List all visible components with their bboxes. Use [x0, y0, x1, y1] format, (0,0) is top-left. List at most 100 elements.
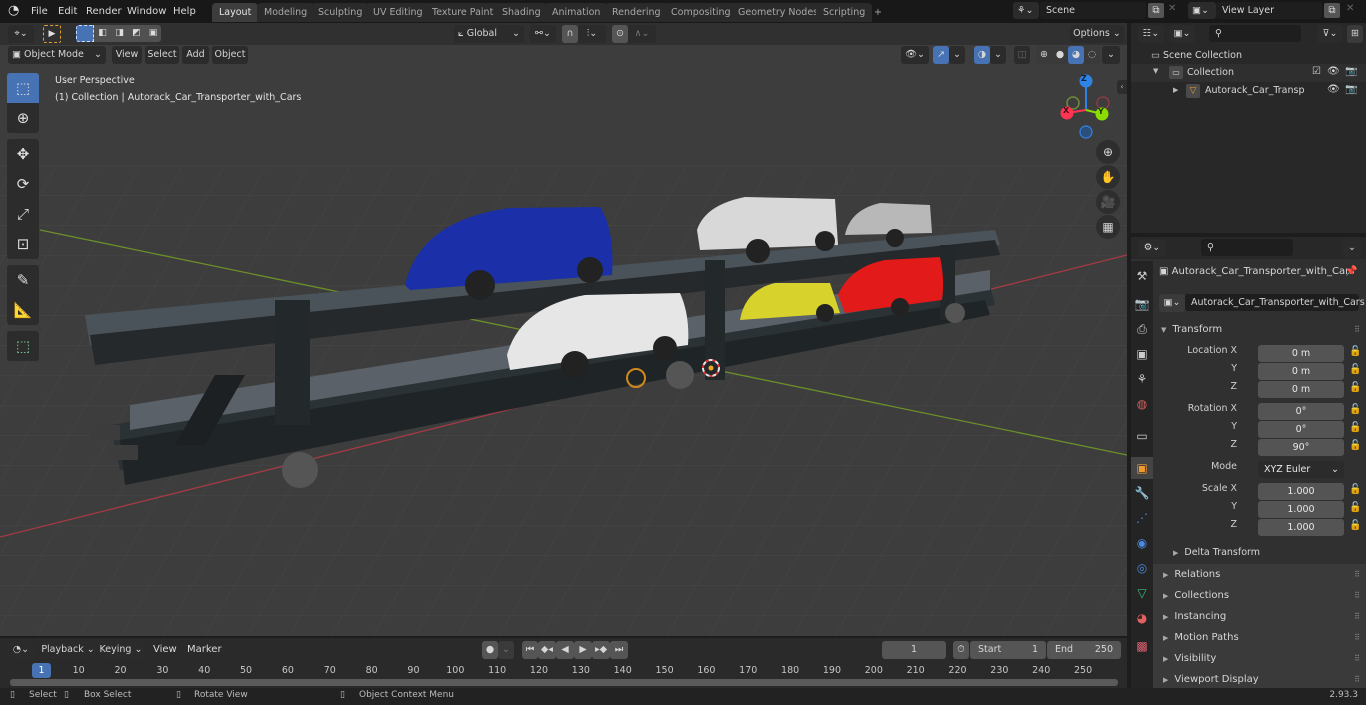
- timeline-scrollbar[interactable]: [10, 679, 1118, 686]
- tab-render-icon[interactable]: 📷: [1131, 293, 1153, 315]
- drag-grip-icon[interactable]: ⠿: [1354, 564, 1360, 585]
- frame-start-field[interactable]: Start 1: [970, 641, 1046, 659]
- outliner-item-collection[interactable]: ▼ ▭ Collection ☑ 👁 📷: [1131, 64, 1366, 82]
- shading-options-icon[interactable]: ⌄: [1102, 46, 1120, 64]
- menu-object[interactable]: Object: [212, 46, 248, 64]
- menu-help[interactable]: Help: [168, 3, 201, 20]
- lock-icon[interactable]: 🔓: [1349, 382, 1361, 393]
- jump-to-end-icon[interactable]: ⏭: [610, 641, 628, 659]
- timeline-editor-type-icon[interactable]: ◔⌄: [8, 641, 34, 659]
- drag-grip-icon[interactable]: ⠿: [1354, 627, 1360, 648]
- object-type-icon[interactable]: ▣⌄: [1159, 294, 1185, 312]
- view-layer-field[interactable]: View Layer: [1216, 2, 1322, 19]
- menu-render[interactable]: Render: [81, 3, 127, 20]
- select-new-icon[interactable]: [76, 25, 94, 42]
- overlays-toggle-icon[interactable]: ◑: [974, 46, 990, 64]
- select-extend-icon[interactable]: ◧: [94, 25, 111, 42]
- hide-eye-icon[interactable]: 👁: [1327, 84, 1340, 95]
- solid-shading-icon[interactable]: ●: [1052, 46, 1068, 64]
- play-reverse-icon[interactable]: ◀: [556, 641, 574, 659]
- drag-grip-icon[interactable]: ⠿: [1354, 585, 1360, 606]
- options-dropdown[interactable]: Options ⌄: [1070, 25, 1124, 43]
- gizmo-options-icon[interactable]: ⌄: [949, 46, 965, 64]
- material-preview-shading-icon[interactable]: ◕: [1068, 46, 1084, 64]
- rotation-z-field[interactable]: 90°: [1258, 439, 1344, 456]
- scale-y-field[interactable]: 1.000: [1258, 501, 1344, 518]
- view-layer-selector-icon[interactable]: ▣⌄: [1188, 2, 1216, 19]
- panel-relations[interactable]: ▶ Relations ⠿: [1153, 564, 1366, 585]
- disable-render-camera-icon[interactable]: 📷: [1345, 84, 1357, 95]
- select-invert-icon[interactable]: ◩: [128, 25, 145, 42]
- select-subtract-icon[interactable]: ◨: [111, 25, 128, 42]
- add-cube-tool-icon[interactable]: ⬚: [7, 331, 39, 361]
- menu-window[interactable]: Window: [122, 3, 171, 20]
- 3d-viewport[interactable]: User Perspective (1) Collection | Autora…: [0, 45, 1127, 636]
- select-box-tool-icon[interactable]: ⬚: [7, 73, 39, 103]
- pan-view-hand-icon[interactable]: ✋: [1096, 165, 1120, 189]
- tab-scripting[interactable]: Scripting: [816, 3, 873, 22]
- properties-editor-type-icon[interactable]: ⚙⌄: [1139, 239, 1165, 257]
- location-x-field[interactable]: 0 m: [1258, 345, 1344, 362]
- wireframe-shading-icon[interactable]: ⊕: [1036, 46, 1052, 64]
- rendered-shading-icon[interactable]: ◌: [1084, 46, 1100, 64]
- transform-orientation-dropdown[interactable]: ⟀ Global ⌄: [454, 25, 524, 43]
- new-scene-icon[interactable]: ⧉: [1148, 3, 1164, 18]
- new-collection-icon[interactable]: ⊞: [1347, 25, 1363, 43]
- new-view-layer-icon[interactable]: ⧉: [1324, 3, 1340, 18]
- scene-selector-icon[interactable]: ⚘⌄: [1013, 2, 1039, 19]
- outliner-filter-icon[interactable]: ⊽⌄: [1317, 25, 1343, 43]
- pin-icon[interactable]: 📌: [1345, 266, 1357, 277]
- panel-visibility[interactable]: ▶ Visibility ⠿: [1153, 648, 1366, 669]
- sidebar-toggle-icon[interactable]: ‹: [1117, 80, 1127, 94]
- menu-edit[interactable]: Edit: [53, 3, 82, 20]
- expand-triangle-icon[interactable]: ▼: [1153, 67, 1158, 75]
- timeline-view-menu[interactable]: View: [148, 641, 182, 658]
- delete-scene-icon[interactable]: ✕: [1168, 3, 1176, 14]
- outliner-item-scene-collection[interactable]: ▭ Scene Collection: [1151, 50, 1242, 61]
- rotate-tool-icon[interactable]: ⟳: [7, 169, 39, 199]
- tab-sculpting[interactable]: Sculpting: [311, 3, 370, 22]
- overlays-options-icon[interactable]: ⌄: [990, 46, 1006, 64]
- tab-compositing[interactable]: Compositing: [664, 3, 738, 22]
- properties-search-input[interactable]: ⚲: [1201, 239, 1293, 256]
- editor-type-icon[interactable]: ⌖⌄: [8, 25, 34, 43]
- tab-animation[interactable]: Animation: [545, 3, 608, 22]
- scale-z-field[interactable]: 1.000: [1258, 519, 1344, 536]
- tab-constraints-icon[interactable]: ◎: [1131, 557, 1153, 579]
- gizmo-toggle-icon[interactable]: ↗: [933, 46, 949, 64]
- drag-grip-icon[interactable]: ⠿: [1354, 669, 1360, 690]
- menu-select[interactable]: Select: [145, 46, 179, 64]
- play-icon[interactable]: ▶: [574, 641, 592, 659]
- snap-toggle-icon[interactable]: ∩: [562, 25, 578, 43]
- scene-field[interactable]: Scene: [1040, 2, 1146, 19]
- location-z-field[interactable]: 0 m: [1258, 381, 1344, 398]
- lock-icon[interactable]: 🔓: [1349, 404, 1361, 415]
- tab-modeling[interactable]: Modeling: [257, 3, 315, 22]
- tab-geometry-nodes[interactable]: Geometry Nodes: [731, 3, 826, 22]
- exclude-checkbox-icon[interactable]: ☑: [1312, 66, 1321, 77]
- tab-layout[interactable]: Layout: [212, 3, 259, 22]
- blender-logo-icon[interactable]: ◔: [8, 3, 19, 18]
- jump-prev-keyframe-icon[interactable]: ◆◂: [538, 641, 556, 659]
- lock-icon[interactable]: 🔓: [1349, 364, 1361, 375]
- outliner-display-mode-icon[interactable]: ☷⌄: [1138, 25, 1164, 43]
- tab-physics-icon[interactable]: ◉: [1131, 532, 1153, 554]
- snap-target-icon[interactable]: ⫶⌄: [578, 25, 606, 43]
- pivot-point-icon[interactable]: ⚯⌄: [530, 25, 556, 43]
- timeline-marker-menu[interactable]: Marker: [182, 641, 227, 658]
- xray-toggle-icon[interactable]: ◫: [1014, 46, 1030, 64]
- menu-add[interactable]: Add: [182, 46, 209, 64]
- tab-material-icon[interactable]: ◕: [1131, 607, 1153, 629]
- auto-keying-record-icon[interactable]: ●: [482, 641, 498, 659]
- annotate-tool-icon[interactable]: ✎: [7, 265, 39, 295]
- visibility-selectability-icon[interactable]: 👁⌄: [901, 46, 929, 64]
- delete-view-layer-icon[interactable]: ✕: [1346, 3, 1354, 14]
- proportional-editing-icon[interactable]: ⊙: [612, 25, 628, 43]
- lock-icon[interactable]: 🔓: [1349, 440, 1361, 451]
- panel-motion-paths[interactable]: ▶ Motion Paths ⠿: [1153, 627, 1366, 648]
- tab-data-mesh-icon[interactable]: ▽: [1131, 582, 1153, 604]
- cursor-tool-icon[interactable]: ⊕: [7, 103, 39, 133]
- keying-menu[interactable]: Keying ⌄: [97, 641, 145, 659]
- tab-texture-icon[interactable]: ▩: [1131, 635, 1153, 657]
- lock-icon[interactable]: 🔓: [1349, 422, 1361, 433]
